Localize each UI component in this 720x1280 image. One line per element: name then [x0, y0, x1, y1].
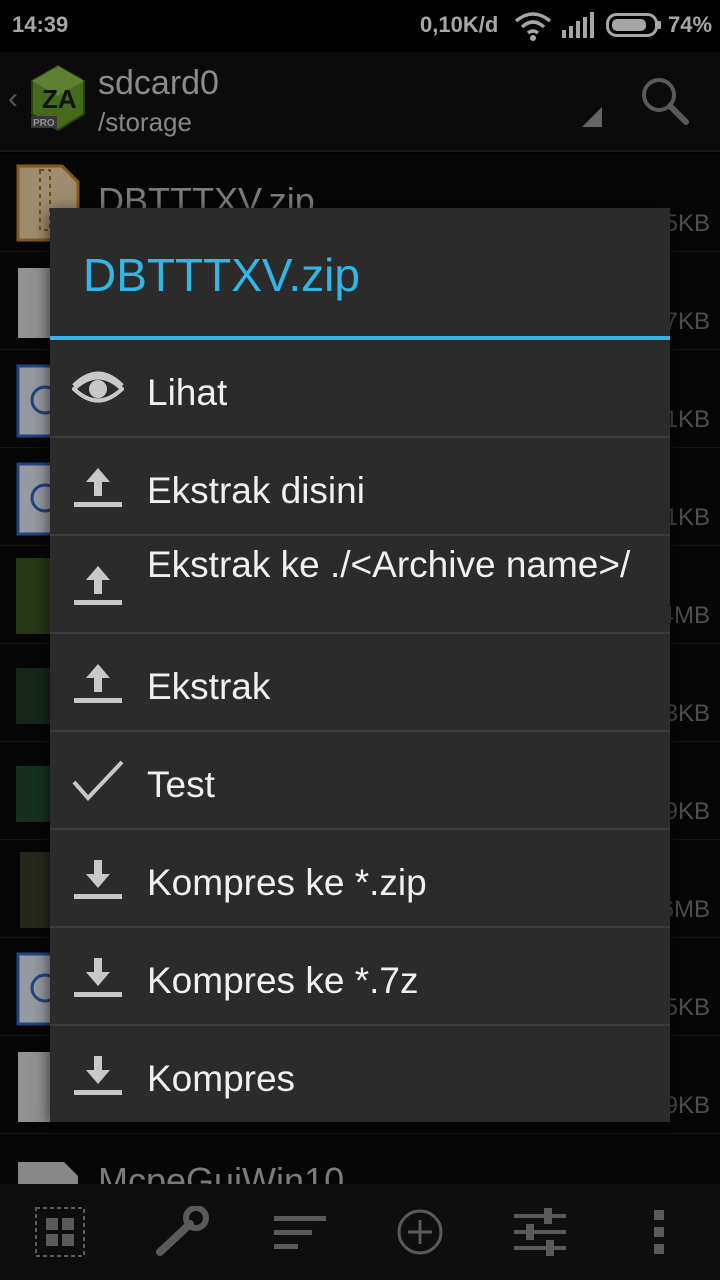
menu-item-test[interactable]: Test [50, 732, 670, 830]
menu-item-label: Kompres [147, 1058, 296, 1099]
menu-item-label: Ekstrak disini [147, 470, 365, 511]
download-icon [72, 954, 124, 1000]
menu-item-lihat[interactable]: Lihat [50, 340, 670, 438]
menu-item-label: Kompres ke *.zip [147, 862, 427, 903]
menu-item-label: Kompres ke *.7z [147, 960, 419, 1001]
checkmark-icon [72, 758, 124, 804]
archive-context-dialog: DBTTTXV.zip Lihat Ekstrak disini Ekstrak… [50, 208, 670, 1122]
upload-icon [72, 464, 124, 510]
menu-item-ekstrak[interactable]: Ekstrak [50, 634, 670, 732]
menu-item-kompres-7z[interactable]: Kompres ke *.7z [50, 928, 670, 1026]
menu-item-label: Lihat [147, 372, 228, 413]
menu-item-label: Ekstrak ke ./<Archive name>/ [147, 544, 631, 585]
menu-item-ekstrak-ke-archive-name[interactable]: Ekstrak ke ./<Archive name>/ [50, 536, 670, 634]
menu-item-kompres[interactable]: Kompres [50, 1026, 670, 1124]
download-icon [72, 1052, 124, 1098]
upload-icon [72, 562, 124, 608]
menu-item-ekstrak-disini[interactable]: Ekstrak disini [50, 438, 670, 536]
dialog-title: DBTTTXV.zip [83, 249, 360, 301]
upload-icon [72, 660, 124, 706]
download-icon [72, 856, 124, 902]
menu-item-label: Ekstrak [147, 666, 271, 707]
menu-item-kompres-zip[interactable]: Kompres ke *.zip [50, 830, 670, 928]
menu-item-label: Test [147, 764, 215, 805]
eye-icon [71, 366, 125, 412]
dialog-menu: Lihat Ekstrak disini Ekstrak ke ./<Archi… [50, 340, 670, 1124]
